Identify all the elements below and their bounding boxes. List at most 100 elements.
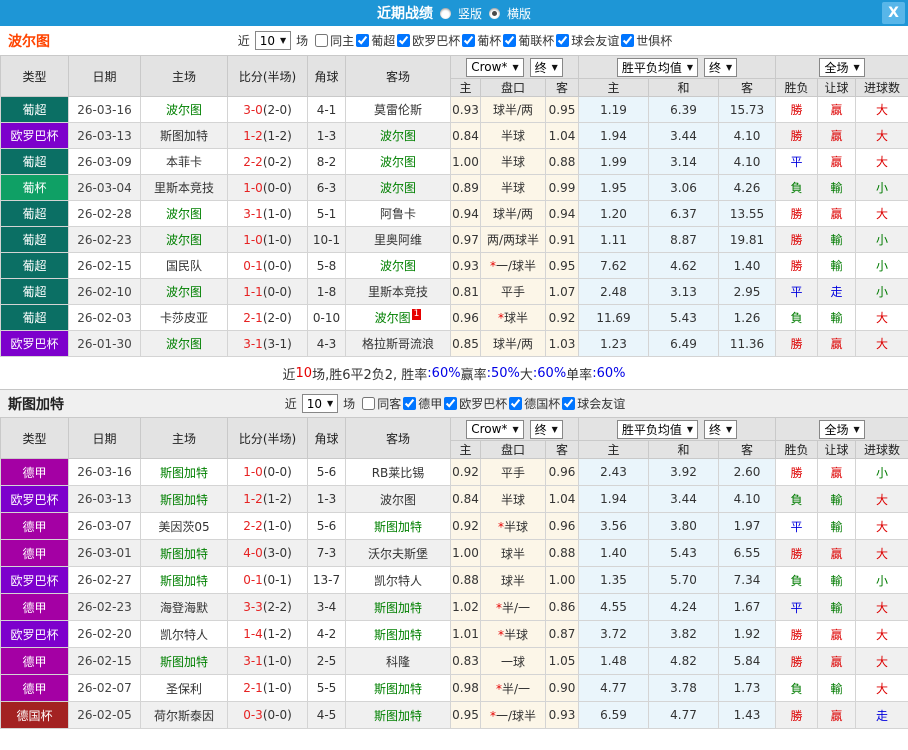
odds-company-select[interactable]: Crow*	[466, 419, 524, 439]
competition-filter[interactable]: 世俱杯	[619, 32, 672, 49]
games-count-select[interactable]: 10	[254, 31, 292, 50]
filter-checkbox[interactable]	[403, 397, 417, 410]
avg-time-select[interactable]: 终	[704, 419, 738, 439]
result-handicap: 輸	[817, 593, 857, 621]
home-team: 美因茨05	[140, 512, 228, 540]
filter-checkbox[interactable]	[562, 397, 576, 410]
scope-select[interactable]: 全场	[819, 57, 865, 77]
competition-filter[interactable]: 球会友谊	[560, 395, 625, 412]
result-handicap: 走	[817, 278, 857, 305]
home-odds: 0.81	[450, 278, 481, 305]
horizontal-layout-radio[interactable]	[489, 7, 500, 19]
competition-filter[interactable]: 葡联杯	[501, 32, 554, 49]
avg-draw: 6.37	[648, 200, 719, 227]
close-button[interactable]: X	[882, 2, 905, 24]
horizontal-layout-label[interactable]: 横版	[507, 5, 531, 22]
sub-header-result: 胜负	[775, 78, 819, 97]
avg-lose: 2.95	[717, 278, 777, 305]
filter-checkbox[interactable]	[503, 34, 517, 47]
away-team: 莫雷伦斯	[345, 96, 451, 123]
score: 1-2(1-2)	[227, 485, 308, 513]
handicap: 半球	[480, 122, 546, 149]
scope-select[interactable]: 全场	[819, 419, 865, 439]
match-row: 德国杯 26-02-05 荷尔斯泰因 0-3(0-0) 4-5 斯图加特 0.95 *一/球半…	[0, 701, 908, 729]
match-date: 26-02-28	[68, 200, 141, 227]
result-wdl: 負	[775, 485, 819, 513]
corners: 1-8	[307, 278, 346, 305]
summary-segment: :60%	[592, 365, 626, 381]
avg-select[interactable]: 胜平负均值	[616, 57, 699, 77]
avg-time-select[interactable]: 终	[704, 57, 738, 77]
match-date: 26-02-07	[68, 674, 141, 702]
score: 3-1(1-0)	[227, 647, 308, 675]
result-handicap: 贏	[817, 647, 857, 675]
filter-checkbox[interactable]	[556, 34, 570, 47]
match-row: 葡超 26-02-23 波尔图 1-0(1-0) 10-1 里奥阿维 0.97 两/两球半 0.…	[0, 226, 908, 253]
avg-win: 1.94	[578, 122, 649, 149]
competition-filter[interactable]: 德国杯	[507, 395, 560, 412]
avg-draw: 6.49	[648, 330, 719, 357]
filter-checkbox[interactable]	[315, 34, 329, 47]
result-goals: 大	[855, 512, 908, 540]
avg-lose: 4.10	[717, 122, 777, 149]
sub-header-handicap-result: 让球	[817, 440, 857, 459]
vertical-layout-radio[interactable]	[439, 7, 451, 19]
handicap: 两/两球半	[480, 226, 546, 253]
odds-company-select[interactable]: Crow*	[466, 57, 524, 77]
filter-checkbox[interactable]	[462, 34, 476, 47]
filter-checkbox[interactable]	[621, 34, 635, 47]
filter-checkbox[interactable]	[509, 397, 523, 410]
match-date: 26-03-09	[68, 148, 141, 175]
result-handicap: 贏	[817, 620, 857, 648]
competition-filter[interactable]: 球会友谊	[554, 32, 619, 49]
home-team: 波尔图	[140, 330, 228, 357]
away-team: 里斯本竞技	[345, 278, 451, 305]
result-goals: 小	[855, 566, 908, 594]
avg-select[interactable]: 胜平负均值	[616, 419, 699, 439]
col-header-score: 比分(半场)	[227, 417, 308, 459]
filter-checkbox[interactable]	[444, 397, 458, 410]
corners: 5-8	[307, 252, 346, 279]
competition-filter[interactable]: 葡超	[354, 32, 395, 49]
away-team: 波尔图	[345, 122, 451, 149]
filter-checkbox[interactable]	[356, 34, 370, 47]
sub-header-handicap-result: 让球	[817, 78, 857, 97]
result-goals: 小	[855, 174, 908, 201]
filter-label: 葡联杯	[518, 34, 555, 48]
avg-win: 4.55	[578, 593, 649, 621]
filter-checkbox[interactable]	[397, 34, 411, 47]
competition-filter[interactable]: 欧罗巴杯	[442, 395, 507, 412]
result-goals: 大	[855, 620, 908, 648]
competition-filter[interactable]: 欧罗巴杯	[395, 32, 460, 49]
score: 2-1(2-0)	[227, 304, 308, 331]
vertical-layout-label[interactable]: 竖版	[458, 5, 482, 22]
match-row: 葡超 26-02-15 国民队 0-1(0-0) 5-8 波尔图 0.93 *一/球半 0.95…	[0, 252, 908, 279]
filter-label: 同主	[330, 34, 355, 48]
result-wdl: 勝	[775, 226, 819, 253]
home-odds: 0.85	[450, 330, 481, 357]
sub-header-avg-lose: 客	[717, 440, 777, 459]
competition-filter[interactable]: 德甲	[401, 395, 442, 412]
odds-time-select[interactable]: 终	[529, 419, 563, 439]
team2-filter-bar: 斯图加特 近 10 场 同客 德甲 欧罗巴杯 德国杯 球会友谊	[0, 389, 908, 417]
avg-win: 1.95	[578, 174, 649, 201]
result-goals: 大	[855, 148, 908, 175]
result-wdl: 負	[775, 304, 819, 331]
score: 2-2(1-0)	[227, 512, 308, 540]
result-handicap: 贏	[817, 148, 857, 175]
competition-filter[interactable]: 同客	[360, 395, 401, 412]
odds-time-select[interactable]: 终	[529, 57, 563, 77]
home-odds: 0.96	[450, 304, 481, 331]
match-row: 欧罗巴杯 26-03-13 斯图加特 1-2(1-2) 1-3 波尔图 0.84 半球 1.04…	[0, 485, 908, 513]
competition-filter[interactable]: 葡杯	[460, 32, 501, 49]
result-handicap: 贏	[817, 96, 857, 123]
filter-checkbox[interactable]	[362, 397, 376, 410]
avg-draw: 6.39	[648, 96, 719, 123]
home-team: 圣保利	[140, 674, 228, 702]
away-odds: 0.88	[545, 148, 579, 175]
competition-filter[interactable]: 同主	[313, 32, 354, 49]
score: 3-1(1-0)	[227, 200, 308, 227]
games-count-select[interactable]: 10	[301, 394, 339, 413]
result-goals: 大	[855, 96, 908, 123]
score: 3-1(3-1)	[227, 330, 308, 357]
